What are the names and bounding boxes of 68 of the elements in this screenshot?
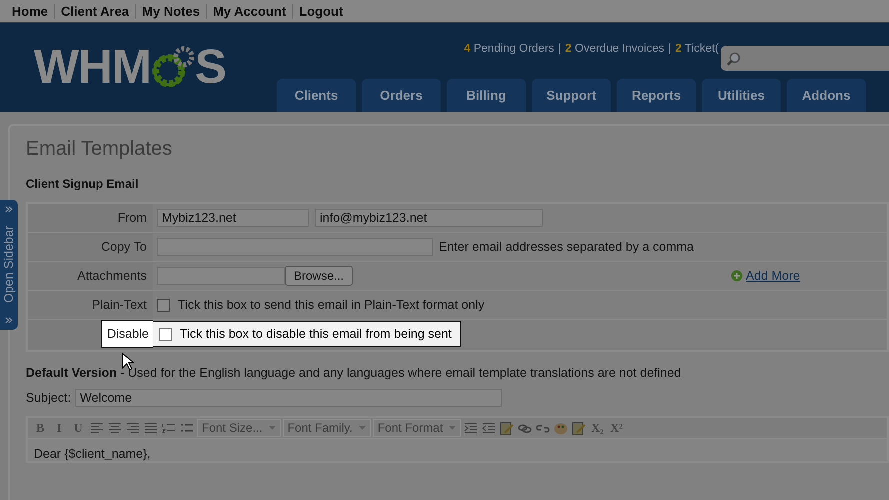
chevron-icon	[5, 206, 13, 213]
field-label: Plain-Text	[92, 298, 148, 312]
format-button[interactable]: I	[51, 420, 68, 436]
top-link[interactable]: My Account	[206, 4, 292, 18]
align-right-icon[interactable]	[125, 420, 141, 436]
add-more-link[interactable]: Add More	[731, 269, 800, 283]
pencil-icon[interactable]	[571, 420, 588, 436]
align-center-icon[interactable]	[107, 420, 123, 436]
top-link[interactable]: Home	[12, 4, 54, 18]
align-left-icon[interactable]	[89, 420, 105, 436]
browse-button[interactable]: Browse...	[285, 266, 354, 286]
stat-link[interactable]: 2 Ticket(	[676, 43, 719, 57]
format-button[interactable]: U	[70, 420, 87, 436]
checkbox-label: Tick this box to disable this email from being sent	[180, 327, 452, 341]
top-link[interactable]: Client Area	[54, 4, 136, 18]
field-label: Disable	[101, 320, 153, 348]
font-dropdown[interactable]: Font Size...	[197, 419, 281, 437]
pencil-icon[interactable]	[499, 420, 516, 436]
nav-tab[interactable]: Billing	[447, 79, 526, 112]
nav-tab[interactable]: Addons	[787, 79, 866, 112]
justify-icon[interactable]	[143, 420, 159, 436]
input-field[interactable]	[157, 238, 433, 256]
caret-icon	[268, 426, 276, 430]
search-icon	[727, 52, 741, 66]
separator-text: |	[558, 43, 562, 57]
outdent-icon[interactable]	[481, 420, 498, 436]
input-field[interactable]: Mybiz123.net	[157, 209, 309, 227]
checkbox-label: Tick this box to send this email in Plain-Text format only	[178, 298, 485, 312]
field-label: Attachments	[78, 269, 148, 283]
checkbox[interactable]	[157, 298, 170, 312]
palette-icon[interactable]	[553, 420, 570, 436]
font-dropdown[interactable]: Font Family.	[282, 419, 371, 437]
top-link[interactable]: My Notes	[135, 4, 206, 18]
nav-tab[interactable]: Support	[532, 79, 611, 112]
subject-label: Subject:	[26, 391, 72, 405]
search-field[interactable]	[721, 46, 889, 71]
font-dropdown[interactable]: Font Format	[372, 419, 462, 437]
separator-text: |	[668, 43, 672, 57]
logo-text: WHM	[34, 40, 151, 95]
page-title: Email Templates	[26, 138, 174, 161]
nav-tab[interactable]: Clients	[277, 79, 356, 112]
plus-icon	[731, 270, 744, 282]
subject-field[interactable]: Welcome	[75, 389, 502, 407]
editor-text: Dear {$client_name},	[33, 446, 152, 461]
stat-link[interactable]: 2 Overdue Invoices	[565, 43, 665, 57]
version-note: Default Version - Used for the English language and any languages where email template translations are not defined	[26, 366, 682, 380]
hint-text: Enter email addresses separated by a comma	[439, 240, 694, 254]
format-button[interactable]: X²	[608, 420, 626, 436]
input-field[interactable]: info@mybiz123.net	[315, 209, 543, 227]
gear-logo-icon	[150, 44, 195, 90]
file-field[interactable]	[157, 267, 285, 285]
checkbox[interactable]	[159, 328, 172, 340]
format-button[interactable]: X₂	[589, 420, 606, 436]
format-button[interactable]: B	[32, 420, 49, 436]
top-link[interactable]: Logout	[292, 4, 350, 18]
caret-icon	[358, 426, 366, 430]
nav-tab[interactable]: Reports	[617, 79, 696, 112]
field-label: From	[118, 211, 148, 225]
chevron-icon	[5, 316, 13, 324]
nav-tab[interactable]: Utilities	[702, 79, 781, 112]
stat-link[interactable]: 4 Pending Orders	[464, 43, 554, 57]
sidebar-toggle[interactable]: Open Sidebar	[0, 200, 18, 330]
nav-tab[interactable]: Orders	[362, 79, 441, 112]
logo-text: S	[194, 40, 226, 95]
section-title: Client Signup Email	[26, 177, 140, 191]
caret-icon	[449, 426, 456, 430]
field-label: Copy To	[101, 240, 148, 254]
indent-icon[interactable]	[463, 420, 480, 436]
